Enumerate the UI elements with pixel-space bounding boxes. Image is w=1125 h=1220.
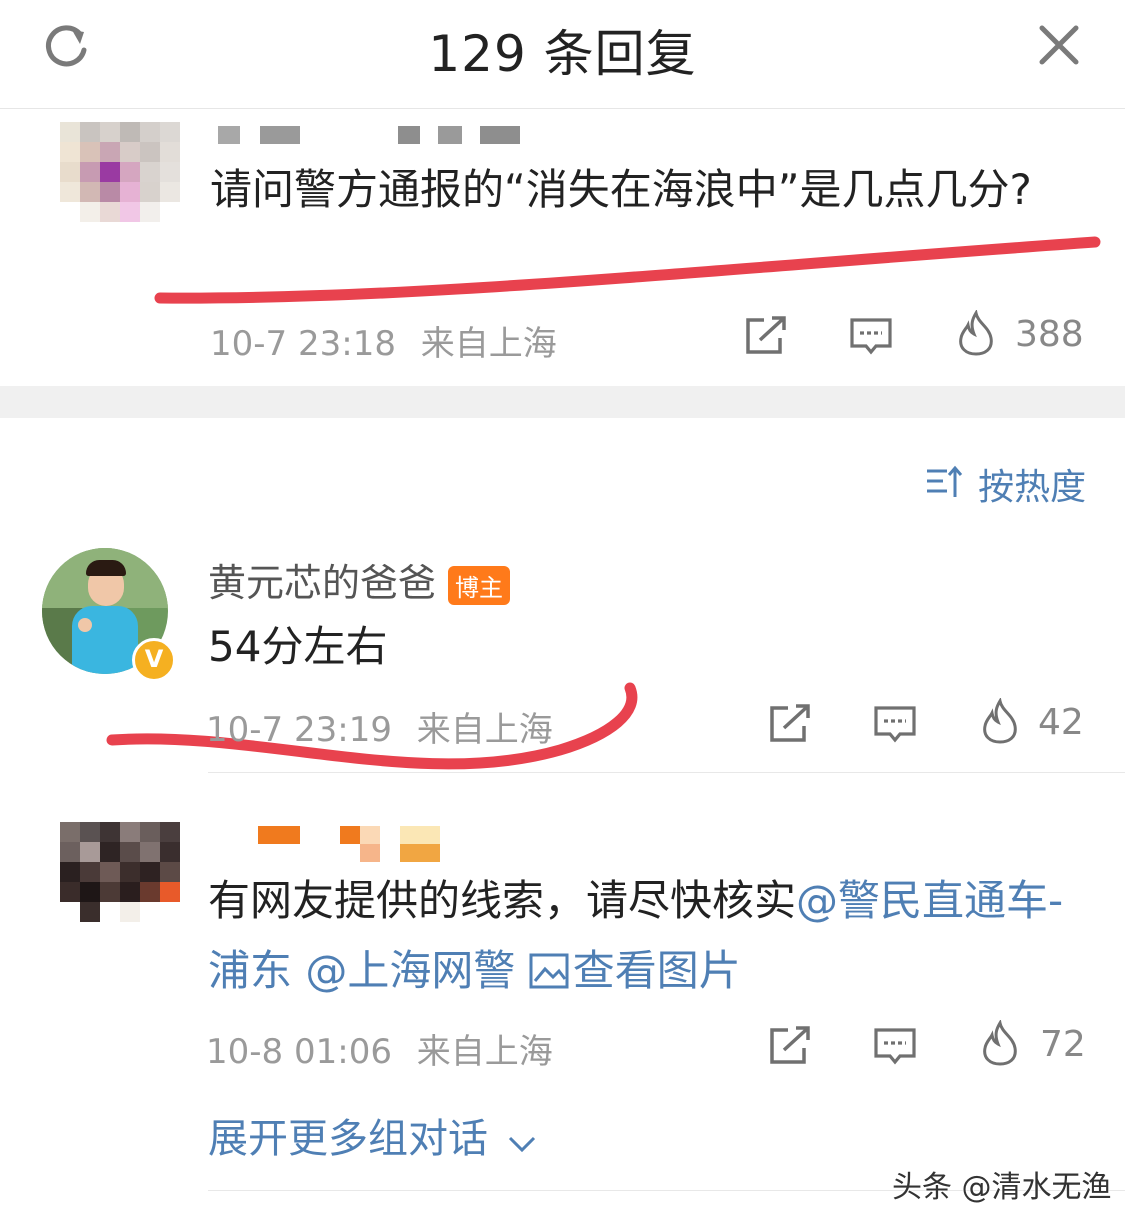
reply-location: 来自上海 xyxy=(416,710,553,750)
divider xyxy=(208,772,1125,773)
sort-toggle[interactable]: 按热度 xyxy=(925,458,1086,510)
reply-author-name: 黄元芯的爸爸 xyxy=(208,561,437,605)
reply-meta: 10-8 01:06 来自上海 xyxy=(206,1024,553,1073)
share-icon[interactable] xyxy=(768,1026,812,1070)
expand-label: 展开更多组对话 xyxy=(208,1116,488,1162)
chevron-down-icon xyxy=(507,1118,537,1164)
comment-location: 来自上海 xyxy=(420,324,557,364)
comment-time: 10-7 23:18 xyxy=(210,324,396,364)
reply-location: 来自上海 xyxy=(416,1032,553,1072)
like-flame-icon[interactable] xyxy=(956,308,996,360)
blogger-badge: 博主 xyxy=(448,566,511,605)
section-divider xyxy=(0,386,1125,418)
reply-text: 54分左右 xyxy=(208,622,388,671)
reply-icon[interactable] xyxy=(850,318,892,362)
reply-icon[interactable] xyxy=(874,1028,916,1072)
expand-more-conversations[interactable]: 展开更多组对话 xyxy=(208,1106,537,1164)
reply-time: 10-7 23:19 xyxy=(206,710,392,750)
watermark: 头条 @清水无渔 xyxy=(892,1170,1112,1205)
sort-icon xyxy=(925,465,963,503)
mention-link[interactable]: @上海网警 xyxy=(305,946,515,995)
like-flame-icon[interactable] xyxy=(980,1018,1020,1070)
root-comment-meta: 10-7 23:18 来自上海 xyxy=(210,316,557,365)
reply-text: 有网友提供的线索，请尽快核实@警民直通车-浦东 @上海网警 查看图片 xyxy=(208,866,1098,1010)
reply-text-plain: 有网友提供的线索，请尽快核实 xyxy=(208,876,797,925)
like-count: 42 xyxy=(1038,702,1084,743)
reply-meta: 10-7 23:19 来自上海 xyxy=(206,702,553,751)
share-icon[interactable] xyxy=(744,316,788,360)
like-count: 388 xyxy=(1015,314,1084,355)
red-underline-annotation xyxy=(106,236,1101,770)
share-icon[interactable] xyxy=(768,704,812,748)
view-image-label: 查看图片 xyxy=(572,946,741,995)
image-icon xyxy=(529,940,569,1010)
sort-label: 按热度 xyxy=(978,467,1087,508)
reply-time: 10-8 01:06 xyxy=(206,1032,392,1072)
reply-author[interactable]: 黄元芯的爸爸 博主 xyxy=(208,552,511,607)
like-count: 72 xyxy=(1040,1024,1086,1065)
username-blurred[interactable] xyxy=(258,826,458,866)
view-image-link[interactable]: 查看图片 xyxy=(529,946,741,995)
reply-icon[interactable] xyxy=(874,706,916,750)
verified-badge-icon: V xyxy=(132,638,176,682)
like-flame-icon[interactable] xyxy=(980,696,1020,748)
avatar-blurred[interactable] xyxy=(60,822,180,922)
